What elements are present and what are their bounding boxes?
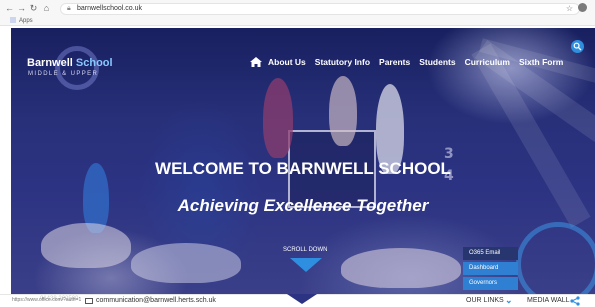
forward-icon[interactable]: →: [16, 3, 27, 14]
performer: [263, 78, 293, 158]
performer: [131, 243, 241, 283]
quick-links: O365 Email Dashboard Governors: [463, 247, 518, 292]
logo-name: Barnwell School: [27, 57, 113, 69]
media-wall-label[interactable]: MEDIA WALL: [527, 297, 570, 304]
quicklink-o365-email[interactable]: O365 Email: [463, 247, 518, 260]
performer: [341, 248, 461, 288]
footer-email[interactable]: communication@barnwell.herts.sch.uk: [96, 297, 216, 304]
address-bar[interactable]: 🔒︎ barnwellschool.co.uk ☆: [60, 3, 580, 15]
apps-grid-icon: [10, 17, 16, 23]
home-icon[interactable]: [250, 57, 262, 67]
performer: [329, 76, 357, 146]
mail-icon: [85, 298, 93, 304]
menu-item-students[interactable]: Students: [419, 57, 455, 67]
star-icon[interactable]: ☆: [566, 4, 573, 13]
address-text: barnwellschool.co.uk: [77, 5, 142, 12]
welcome-heading: WELCOME TO BARNWELL SCHOOL: [155, 159, 451, 178]
reload-icon[interactable]: ↻: [28, 3, 39, 14]
quicklink-dashboard[interactable]: Dashboard: [463, 262, 518, 275]
menu-item-parents[interactable]: Parents: [379, 57, 410, 67]
chevron-down-icon[interactable]: ⌄: [505, 295, 513, 306]
back-icon[interactable]: ←: [4, 3, 15, 14]
search-icon: [573, 42, 582, 51]
menu-item-curriculum[interactable]: Curriculum: [465, 57, 510, 67]
profile-icon[interactable]: [578, 3, 587, 12]
main-menu: About Us Statutory Info Parents Students…: [250, 57, 572, 67]
status-url: https://www.office.com/?auth=1: [12, 297, 82, 303]
quicklink-governors[interactable]: Governors: [463, 277, 518, 290]
browser-chrome: ← → ↻ ⌂ 🔒︎ barnwellschool.co.uk ☆ Apps: [0, 0, 595, 26]
our-links-label[interactable]: OUR LINKS: [466, 297, 504, 304]
menu-item-statutory-info[interactable]: Statutory Info: [315, 57, 370, 67]
tagline: Achieving Excellence Together: [177, 196, 429, 215]
share-icon[interactable]: [570, 296, 580, 306]
menu-item-sixth-form[interactable]: Sixth Form: [519, 57, 563, 67]
scroll-down-label[interactable]: SCROLL DOWN: [283, 247, 327, 253]
apps-label: Apps: [19, 18, 33, 24]
hero-banner: 3 4 Barnwell School MIDDLE & UPPER About…: [11, 28, 595, 294]
decorative-ring: [516, 222, 595, 294]
browser-home-icon[interactable]: ⌂: [41, 3, 52, 14]
performer: [41, 223, 131, 268]
logo-name-part2: School: [75, 57, 113, 69]
logo-name-part1: Barnwell: [27, 57, 76, 69]
menu-item-about-us[interactable]: About Us: [268, 57, 306, 67]
search-button[interactable]: [571, 40, 584, 53]
logo-subtitle: MIDDLE & UPPER: [28, 71, 99, 77]
scroll-down-arrow[interactable]: [290, 258, 322, 272]
footer-bar: 01438 222500 https://www.office.com/?aut…: [0, 294, 595, 307]
bookmarks-apps[interactable]: Apps: [10, 17, 33, 24]
lock-icon: 🔒︎: [67, 5, 71, 12]
footer-notch: [287, 294, 317, 304]
school-logo[interactable]: Barnwell School MIDDLE & UPPER: [27, 46, 147, 90]
